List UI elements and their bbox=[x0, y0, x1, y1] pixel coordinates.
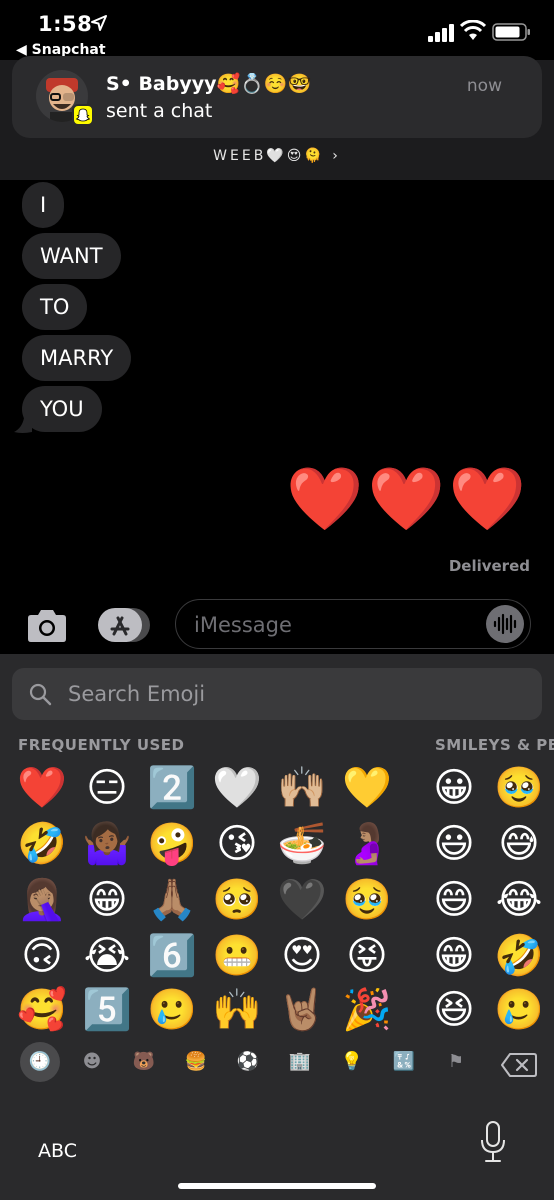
emoji-key[interactable]: 😆 bbox=[428, 984, 480, 1036]
emoji-key[interactable]: 💛 bbox=[341, 762, 393, 814]
snapchat-icon bbox=[72, 104, 94, 126]
camera-icon[interactable] bbox=[24, 608, 70, 644]
microphone-icon[interactable] bbox=[480, 1120, 506, 1164]
message-bubble[interactable]: MARRY bbox=[22, 335, 132, 381]
emoji-key[interactable]: 😑 bbox=[81, 762, 133, 814]
category-animals-icon[interactable]: 🐻 bbox=[124, 1042, 164, 1082]
emoji-key[interactable]: 🙏🏽 bbox=[146, 874, 198, 926]
delivery-status: Delivered bbox=[448, 557, 530, 575]
emoji-key[interactable]: 😂 bbox=[493, 874, 545, 926]
emoji-key[interactable]: 🤷🏾‍♀️ bbox=[81, 818, 133, 870]
emoji-key[interactable]: 😘 bbox=[211, 818, 263, 870]
emoji-key[interactable]: 6️⃣ bbox=[146, 930, 198, 982]
emoji-key[interactable]: 😁 bbox=[428, 930, 480, 982]
category-symbols-icon[interactable]: 🔣 bbox=[384, 1042, 424, 1082]
abc-keyboard-button[interactable]: ABC bbox=[38, 1140, 77, 1162]
emoji-key[interactable]: 🍜 bbox=[276, 818, 328, 870]
search-icon bbox=[29, 683, 52, 706]
emoji-key[interactable]: 🙃 bbox=[16, 930, 68, 982]
emoji-key[interactable]: 🙌 bbox=[211, 984, 263, 1036]
status-bar: 1:58 ◀ Snapchat bbox=[0, 0, 554, 60]
category-objects-icon[interactable]: 💡 bbox=[332, 1042, 372, 1082]
emoji-key[interactable]: 😁 bbox=[81, 874, 133, 926]
emoji-key[interactable]: 😅 bbox=[493, 818, 545, 870]
emoji-key[interactable]: 🤣 bbox=[493, 930, 545, 982]
message-bubble[interactable]: YOU bbox=[22, 386, 102, 432]
notification-time: now bbox=[466, 76, 502, 96]
contact-name[interactable]: WEEB🤍😍🫠 › bbox=[0, 148, 554, 164]
emoji-keyboard: FREQUENTLY USED SMILEYS & PE ❤️ 😑 2️⃣ 🤍 … bbox=[0, 654, 554, 1200]
emoji-key[interactable]: 🥰 bbox=[16, 984, 68, 1036]
category-activity-icon[interactable]: ⚽ bbox=[228, 1042, 268, 1082]
emoji-key[interactable]: 😭 bbox=[81, 930, 133, 982]
sent-message-hearts[interactable]: ❤️❤️❤️ bbox=[286, 462, 530, 536]
emoji-key[interactable]: 😝 bbox=[341, 930, 393, 982]
emoji-key[interactable]: 🤍 bbox=[211, 762, 263, 814]
notification-banner[interactable]: S• Babyyy🥰💍☺️🤓 sent a chat now bbox=[12, 56, 542, 138]
category-recent-icon[interactable]: 🕘 bbox=[20, 1042, 60, 1082]
message-field[interactable] bbox=[175, 599, 531, 649]
emoji-key[interactable]: ❤️ bbox=[16, 762, 68, 814]
emoji-key[interactable]: 🥹 bbox=[341, 874, 393, 926]
emoji-key[interactable]: 🤘🏽 bbox=[276, 984, 328, 1036]
emoji-key[interactable]: 🥹 bbox=[493, 762, 545, 814]
emoji-key[interactable]: 🖤 bbox=[276, 874, 328, 926]
emoji-key[interactable]: 🎉 bbox=[341, 984, 393, 1036]
emoji-search-input[interactable] bbox=[68, 678, 508, 710]
category-travel-icon[interactable]: 🏢 bbox=[280, 1042, 320, 1082]
emoji-key[interactable]: 🤰🏽 bbox=[341, 818, 393, 870]
bubble-tail bbox=[14, 418, 32, 433]
emoji-key[interactable]: 🤣 bbox=[16, 818, 68, 870]
notification-title: S• Babyyy🥰💍☺️🤓 bbox=[106, 73, 312, 95]
emoji-key[interactable]: 🤪 bbox=[146, 818, 198, 870]
battery-icon bbox=[492, 23, 530, 41]
notification-body: sent a chat bbox=[106, 100, 213, 122]
emoji-key[interactable]: 😃 bbox=[428, 818, 480, 870]
emoji-key[interactable]: 2️⃣ bbox=[146, 762, 198, 814]
emoji-key[interactable]: 🙌🏼 bbox=[276, 762, 328, 814]
app-store-icon[interactable] bbox=[98, 606, 150, 644]
clock: 1:58 bbox=[38, 12, 93, 36]
wifi-icon bbox=[460, 20, 486, 40]
emoji-key[interactable]: 🤦🏽‍♀️ bbox=[16, 874, 68, 926]
emoji-key[interactable]: 😄 bbox=[428, 874, 480, 926]
home-indicator[interactable] bbox=[178, 1183, 376, 1189]
cellular-signal-icon bbox=[428, 24, 456, 42]
audio-message-button[interactable] bbox=[486, 605, 524, 643]
category-food-icon[interactable]: 🍔 bbox=[176, 1042, 216, 1082]
waveform-icon bbox=[493, 613, 517, 635]
message-input[interactable] bbox=[194, 610, 474, 640]
message-bubble[interactable]: I bbox=[22, 182, 65, 228]
delete-icon[interactable] bbox=[500, 1052, 538, 1078]
category-flags-icon[interactable]: ⚑ bbox=[436, 1042, 476, 1082]
emoji-key[interactable]: 😬 bbox=[211, 930, 263, 982]
emoji-key[interactable]: 😍 bbox=[276, 930, 328, 982]
emoji-key[interactable]: 🥲 bbox=[493, 984, 545, 1036]
category-smileys-icon[interactable]: ☻ bbox=[72, 1042, 112, 1082]
section-title-smileys: SMILEYS & PE bbox=[435, 736, 554, 754]
emoji-search-bar[interactable] bbox=[12, 668, 542, 720]
section-title-frequently-used: FREQUENTLY USED bbox=[18, 736, 185, 754]
message-bubble[interactable]: WANT bbox=[22, 233, 121, 279]
emoji-key[interactable]: 🥺 bbox=[211, 874, 263, 926]
emoji-key[interactable]: 😀 bbox=[428, 762, 480, 814]
location-arrow-icon bbox=[91, 15, 107, 31]
message-bubble[interactable]: TO bbox=[22, 284, 88, 330]
emoji-key[interactable]: 🥲 bbox=[146, 984, 198, 1036]
emoji-key[interactable]: 5️⃣ bbox=[81, 984, 133, 1036]
